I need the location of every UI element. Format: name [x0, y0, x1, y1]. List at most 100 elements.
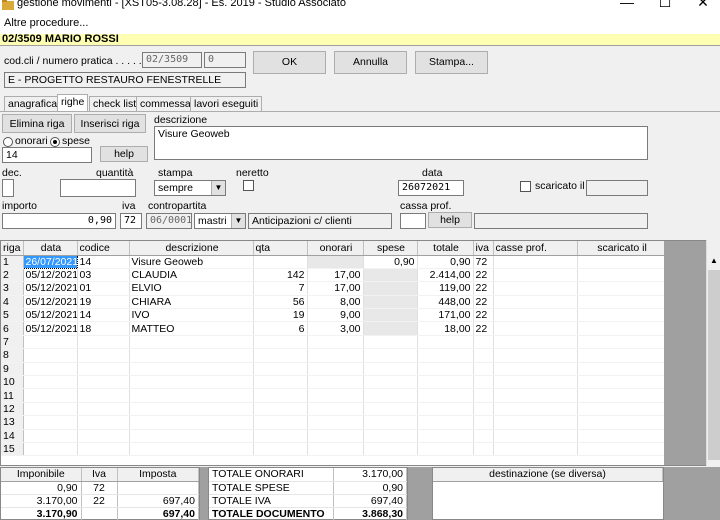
cell-spese[interactable] [363, 375, 418, 390]
cell-riga[interactable]: 2 [1, 268, 24, 283]
cell-codice[interactable] [77, 415, 130, 430]
table-row[interactable]: 9 [1, 362, 666, 377]
cell-spese[interactable] [363, 348, 418, 363]
tab-lavori-eseguiti[interactable]: lavori eseguiti [190, 96, 263, 111]
tab-commessa[interactable]: commessa [136, 96, 195, 111]
table-row[interactable]: 8 [1, 348, 666, 363]
maximize-button[interactable]: ☐ [650, 0, 680, 11]
cell-qta[interactable]: 142 [253, 268, 308, 283]
col-header-onorari[interactable]: onorari [307, 241, 364, 256]
cell-codice[interactable] [77, 388, 130, 403]
cell-totale[interactable]: 0,90 [417, 255, 474, 269]
cell-riga[interactable]: 9 [1, 362, 24, 377]
codcli-field[interactable]: 02/3509 [142, 52, 202, 68]
col-header-codice[interactable]: codice [77, 241, 130, 256]
importo-input[interactable]: 0,90 [2, 213, 116, 229]
cell-codice[interactable]: 19 [77, 295, 130, 310]
cell-casse-prof[interactable] [493, 308, 578, 323]
cell-spese[interactable] [363, 415, 418, 430]
cell-descrizione[interactable]: CHIARA [129, 295, 254, 310]
help-cassa-button[interactable]: help [428, 212, 472, 228]
dec-input[interactable] [2, 179, 14, 197]
cassa-prof-input[interactable] [400, 213, 426, 229]
cell-iva[interactable]: 72 [473, 255, 494, 269]
ok-button[interactable]: OK [253, 51, 326, 74]
cell-qta[interactable] [253, 388, 308, 403]
cell-scaricato-il[interactable] [577, 429, 666, 443]
cell-scaricato-il[interactable] [577, 362, 666, 377]
cell-onorari[interactable] [307, 415, 364, 430]
table-row[interactable]: 12 [1, 402, 666, 417]
cell-codice[interactable]: 14 [77, 255, 130, 269]
cell-totale[interactable]: 18,00 [417, 321, 474, 336]
cell-scaricato-il[interactable] [577, 402, 666, 417]
tab-righe[interactable]: righe [57, 94, 89, 111]
quantita-input[interactable] [60, 179, 136, 197]
cell-data[interactable]: 05/12/2021 [23, 308, 78, 323]
table-row[interactable]: 11 [1, 388, 666, 403]
cell-iva[interactable] [473, 429, 494, 443]
cell-qta[interactable] [253, 348, 308, 363]
cell-totale[interactable] [417, 402, 474, 417]
tab-anagrafica[interactable]: anagrafica [4, 96, 62, 111]
cell-spese[interactable]: 0,90 [363, 255, 418, 269]
mastri-select[interactable]: mastri ▼ [194, 213, 246, 229]
cell-onorari[interactable] [307, 442, 364, 457]
cell-spese[interactable] [363, 335, 418, 350]
grid-scrollbar[interactable]: ▲ [706, 240, 720, 466]
cell-onorari[interactable]: 17,00 [307, 281, 364, 296]
neretto-checkbox[interactable] [243, 180, 254, 191]
col-header-totale[interactable]: totale [417, 241, 474, 256]
cell-totale[interactable] [417, 415, 474, 430]
cell-iva[interactable] [473, 375, 494, 390]
cell-riga[interactable]: 5 [1, 308, 24, 323]
scaricato-checkbox[interactable] [520, 181, 531, 192]
cell-riga[interactable]: 3 [1, 281, 24, 296]
cell-codice[interactable] [77, 335, 130, 350]
cell-iva[interactable] [473, 362, 494, 377]
cell-casse-prof[interactable] [493, 375, 578, 390]
tab-check-list[interactable]: check list [89, 96, 141, 111]
cell-totale[interactable] [417, 348, 474, 363]
cell-qta[interactable] [253, 335, 308, 350]
cell-qta[interactable]: 6 [253, 321, 308, 336]
cell-scaricato-il[interactable] [577, 375, 666, 390]
cell-qta[interactable]: 7 [253, 281, 308, 296]
cell-iva[interactable] [473, 442, 494, 457]
inserisci-riga-button[interactable]: Inserisci riga [74, 114, 146, 133]
help-button[interactable]: help [100, 146, 148, 162]
cell-iva[interactable] [473, 348, 494, 363]
cell-totale[interactable]: 119,00 [417, 281, 474, 296]
cell-riga[interactable]: 8 [1, 348, 24, 363]
cell-descrizione[interactable] [129, 415, 254, 430]
cell-totale[interactable] [417, 362, 474, 377]
cell-qta[interactable] [253, 415, 308, 430]
cell-spese[interactable] [363, 321, 418, 336]
cell-descrizione[interactable] [129, 388, 254, 403]
cell-spese[interactable] [363, 268, 418, 283]
elimina-riga-button[interactable]: Elimina riga [2, 114, 72, 133]
cell-data[interactable] [23, 429, 78, 443]
cell-riga[interactable]: 15 [1, 442, 24, 457]
cell-scaricato-il[interactable] [577, 335, 666, 350]
cell-data[interactable]: 05/12/2021 [23, 268, 78, 283]
cell-onorari[interactable]: 3,00 [307, 321, 364, 336]
cell-scaricato-il[interactable] [577, 281, 666, 296]
cell-codice[interactable]: 18 [77, 321, 130, 336]
cell-scaricato-il[interactable] [577, 348, 666, 363]
cell-codice[interactable] [77, 429, 130, 443]
cell-riga[interactable]: 7 [1, 335, 24, 350]
table-row[interactable]: 1 26/07/2021 14 Visure Geoweb 0,90 0,90 72 [1, 254, 666, 269]
cell-riga[interactable]: 11 [1, 388, 24, 403]
cell-iva[interactable]: 22 [473, 268, 494, 283]
col-header-qta[interactable]: qta [253, 241, 308, 256]
cell-iva[interactable]: 22 [473, 281, 494, 296]
cell-qta[interactable] [253, 442, 308, 457]
cell-descrizione[interactable]: CLAUDIA [129, 268, 254, 283]
table-row[interactable]: 4 05/12/2021 19 CHIARA 56 8,00 448,00 22 [1, 295, 666, 310]
cell-iva[interactable]: 22 [473, 321, 494, 336]
cell-spese[interactable] [363, 402, 418, 417]
col-header-riga[interactable]: riga [1, 241, 24, 256]
spese-radio[interactable] [50, 137, 60, 147]
col-header-data[interactable]: data [23, 241, 78, 256]
